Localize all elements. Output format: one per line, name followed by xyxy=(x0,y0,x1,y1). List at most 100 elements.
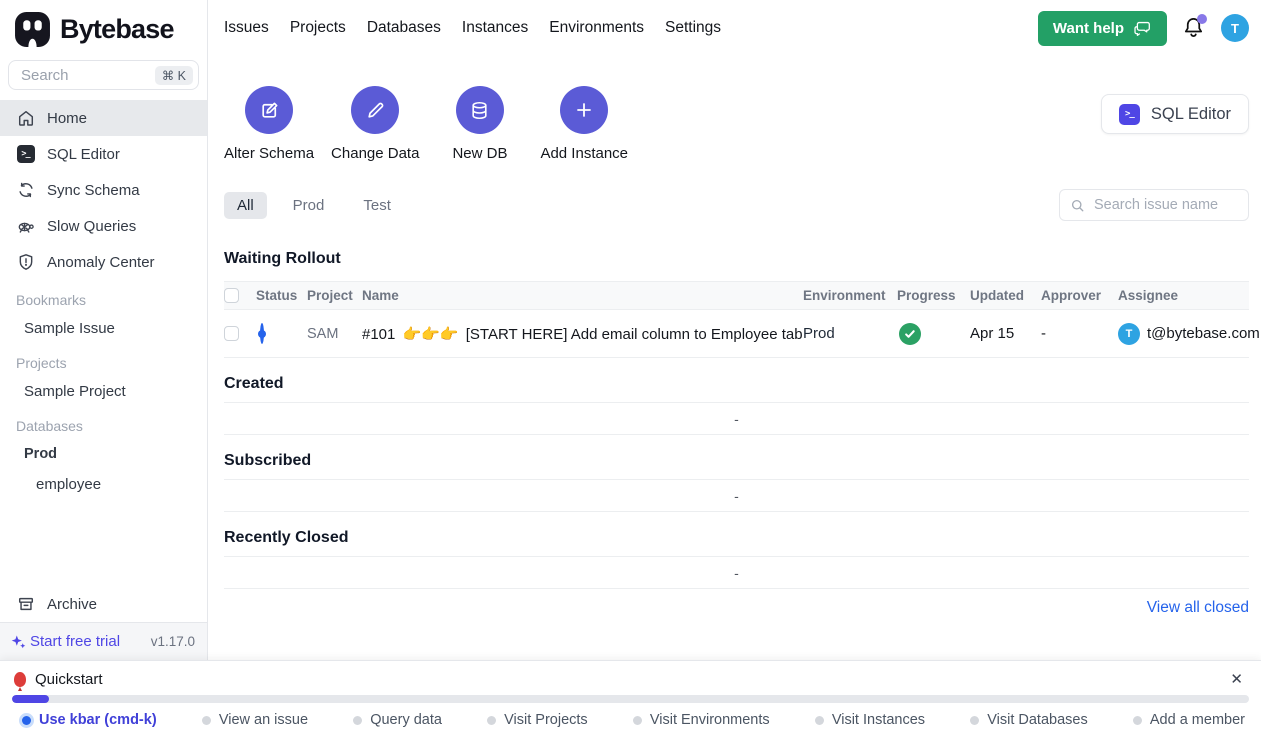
issue-project: SAM xyxy=(307,326,362,342)
issue-name[interactable]: #101 👉👉👉 [START HERE] Add email column t… xyxy=(362,325,803,343)
sidebar-footer: Start free trial v1.17.0 xyxy=(0,622,207,660)
status-open-icon xyxy=(260,323,264,344)
nav-instances[interactable]: Instances xyxy=(462,19,528,37)
sync-icon xyxy=(16,181,35,200)
sidebar: Bytebase ⌘ K Home >_ SQL Editor Sync Sch… xyxy=(0,0,208,660)
environment-tabs: All Prod Test xyxy=(224,192,404,219)
user-avatar[interactable]: T xyxy=(1221,14,1249,42)
nav-environments[interactable]: Environments xyxy=(549,19,644,37)
issue-row[interactable]: SAM #101 👉👉👉 [START HERE] Add email colu… xyxy=(224,310,1249,358)
sql-editor-button[interactable]: >_ SQL Editor xyxy=(1101,94,1249,134)
tab-prod[interactable]: Prod xyxy=(280,192,338,219)
quickstart-tasks: Use kbar (cmd-k) View an issue Query dat… xyxy=(0,703,1261,728)
sidebar-item-home[interactable]: Home xyxy=(0,100,207,136)
column-progress: Progress xyxy=(897,288,970,303)
sidebar-item-sample-project[interactable]: Sample Project xyxy=(0,376,207,406)
sidebar-item-slow-queries[interactable]: Slow Queries xyxy=(0,208,207,244)
column-status: Status xyxy=(256,288,307,303)
task-label: Visit Environments xyxy=(650,712,770,728)
task-label: Add a member xyxy=(1150,712,1245,728)
sidebar-item-sql-editor[interactable]: >_ SQL Editor xyxy=(0,136,207,172)
nav-databases[interactable]: Databases xyxy=(367,19,441,37)
issue-environment: Prod xyxy=(803,325,897,342)
sidebar-item-employee-database[interactable]: employee xyxy=(0,469,207,499)
quickstart-task-visit-instances[interactable]: Visit Instances xyxy=(815,712,925,728)
row-checkbox[interactable] xyxy=(224,326,239,341)
task-dot-icon xyxy=(815,716,824,725)
recently-closed-empty-row: - xyxy=(224,556,1249,589)
close-icon[interactable]: ✕ xyxy=(1226,668,1247,690)
quick-action-label: New DB xyxy=(452,145,507,162)
notifications-bell-icon[interactable] xyxy=(1182,16,1206,40)
search-icon xyxy=(1070,198,1085,213)
chat-icon xyxy=(1133,20,1152,37)
start-free-trial-label: Start free trial xyxy=(30,633,120,650)
quickstart-task-visit-projects[interactable]: Visit Projects xyxy=(487,712,588,728)
assignee-email: t@bytebase.com xyxy=(1147,325,1260,342)
sidebar-item-label: Slow Queries xyxy=(47,218,136,235)
sidebar-item-sync-schema[interactable]: Sync Schema xyxy=(0,172,207,208)
sidebar-item-archive[interactable]: Archive xyxy=(0,586,207,622)
view-all-closed-link[interactable]: View all closed xyxy=(1147,599,1249,616)
sidebar-spacer xyxy=(0,499,207,586)
tab-all[interactable]: All xyxy=(224,192,267,219)
nav-issues[interactable]: Issues xyxy=(224,19,269,37)
quickstart-task-add-member[interactable]: Add a member xyxy=(1133,712,1245,728)
quickstart-progress-track xyxy=(12,695,1249,703)
quick-action-label: Add Instance xyxy=(540,145,628,162)
sparkles-icon xyxy=(10,633,27,650)
add-instance-button[interactable]: Add Instance xyxy=(540,86,628,162)
task-label: Visit Instances xyxy=(832,712,925,728)
want-help-button[interactable]: Want help xyxy=(1038,11,1167,46)
tab-test[interactable]: Test xyxy=(350,192,404,219)
issue-search[interactable] xyxy=(1059,189,1249,221)
sidebar-search[interactable]: ⌘ K xyxy=(8,60,199,90)
task-label: Visit Projects xyxy=(504,712,588,728)
plus-icon xyxy=(560,86,608,134)
task-dot-icon xyxy=(633,716,642,725)
sidebar-section-bookmarks: Bookmarks xyxy=(0,280,207,313)
top-nav-right: Want help T xyxy=(1038,11,1249,46)
task-dot-icon xyxy=(487,716,496,725)
task-dot-icon xyxy=(970,716,979,725)
section-title-recently-closed: Recently Closed xyxy=(224,529,1249,547)
task-dot-icon xyxy=(1133,716,1142,725)
sidebar-item-label: Archive xyxy=(47,596,97,613)
home-content: Alter Schema Change Data New DB xyxy=(208,56,1261,660)
main-area: Issues Projects Databases Instances Envi… xyxy=(208,0,1261,660)
keyboard-shortcut-badge: ⌘ K xyxy=(155,66,193,85)
pencil-icon xyxy=(351,86,399,134)
start-free-trial-link[interactable]: Start free trial xyxy=(10,633,120,650)
sidebar-item-sample-issue[interactable]: Sample Issue xyxy=(0,313,207,343)
column-name: Name xyxy=(362,288,803,303)
quickstart-task-query-data[interactable]: Query data xyxy=(353,712,442,728)
issue-id: #101 xyxy=(362,326,395,343)
turtle-icon xyxy=(16,217,35,236)
edit-square-icon xyxy=(245,86,293,134)
quickstart-task-visit-environments[interactable]: Visit Environments xyxy=(633,712,770,728)
quickstart-task-visit-databases[interactable]: Visit Databases xyxy=(970,712,1087,728)
sidebar-item-prod-environment[interactable]: Prod xyxy=(0,439,207,469)
issue-search-input[interactable] xyxy=(1092,196,1238,214)
sidebar-item-anomaly-center[interactable]: Anomaly Center xyxy=(0,244,207,280)
task-dot-icon xyxy=(353,716,362,725)
sql-editor-button-label: SQL Editor xyxy=(1151,105,1231,124)
sidebar-search-input[interactable] xyxy=(19,66,129,85)
select-all-checkbox[interactable] xyxy=(224,288,239,303)
alter-schema-button[interactable]: Alter Schema xyxy=(224,86,314,162)
quickstart-task-view-issue[interactable]: View an issue xyxy=(202,712,308,728)
quick-actions: Alter Schema Change Data New DB xyxy=(224,86,628,162)
sidebar-section-databases: Databases xyxy=(0,406,207,439)
nav-settings[interactable]: Settings xyxy=(665,19,721,37)
quickstart-task-kbar[interactable]: Use kbar (cmd-k) xyxy=(22,712,157,728)
home-icon xyxy=(16,109,35,128)
sidebar-item-label: Anomaly Center xyxy=(47,254,155,271)
change-data-button[interactable]: Change Data xyxy=(331,86,419,162)
issue-title: [START HERE] Add email column to Employe… xyxy=(466,326,803,343)
issue-updated: Apr 15 xyxy=(970,325,1041,342)
column-environment: Environment xyxy=(803,288,897,303)
new-db-button[interactable]: New DB xyxy=(436,86,523,162)
section-title-created: Created xyxy=(224,375,1249,393)
brand-logo[interactable]: Bytebase xyxy=(0,0,207,58)
nav-projects[interactable]: Projects xyxy=(290,19,346,37)
